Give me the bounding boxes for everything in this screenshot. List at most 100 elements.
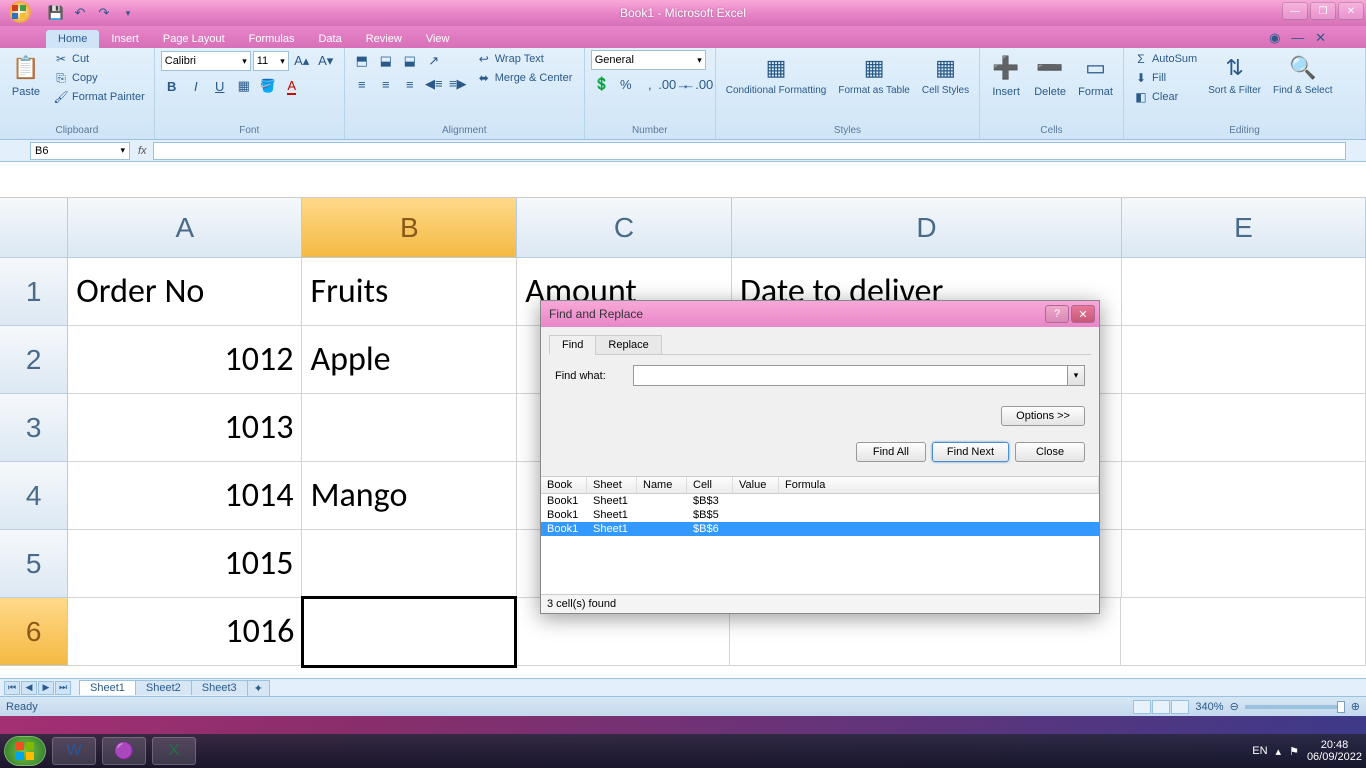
font-name-combo[interactable]: Calibri▾ bbox=[161, 51, 251, 71]
clock[interactable]: 20:48 06/09/2022 bbox=[1307, 739, 1362, 763]
italic-button[interactable]: I bbox=[185, 75, 207, 97]
cell[interactable] bbox=[1122, 462, 1366, 530]
name-box[interactable]: B6▾ bbox=[30, 142, 130, 160]
tab-insert[interactable]: Insert bbox=[99, 30, 151, 48]
cell[interactable] bbox=[302, 394, 517, 462]
row-header[interactable]: 4 bbox=[0, 462, 68, 530]
tab-review[interactable]: Review bbox=[354, 30, 414, 48]
format-cells-button[interactable]: ▭Format bbox=[1074, 50, 1117, 100]
fill-button[interactable]: ⬇Fill bbox=[1130, 69, 1200, 87]
cell[interactable]: 1014 bbox=[68, 462, 302, 530]
column-header[interactable]: C bbox=[517, 198, 732, 258]
row-header[interactable]: 2 bbox=[0, 326, 68, 394]
undo-icon[interactable]: ↶ bbox=[70, 3, 90, 23]
cell[interactable]: 1012 bbox=[68, 326, 302, 394]
sheet-tab-3[interactable]: Sheet3 bbox=[191, 680, 248, 695]
cell-styles-button[interactable]: ▦Cell Styles bbox=[918, 50, 973, 98]
find-all-button[interactable]: Find All bbox=[856, 442, 926, 462]
result-row[interactable]: Book1Sheet1$B$3 bbox=[541, 494, 1099, 508]
view-break-icon[interactable] bbox=[1171, 700, 1189, 714]
paste-button[interactable]: 📋 Paste bbox=[6, 50, 46, 100]
cell[interactable]: 1015 bbox=[68, 530, 302, 598]
zoom-out-icon[interactable]: ⊖ bbox=[1230, 700, 1239, 713]
row-header[interactable]: 3 bbox=[0, 394, 68, 462]
sheet-prev-icon[interactable]: ◀ bbox=[21, 681, 37, 695]
result-row[interactable]: Book1Sheet1$B$5 bbox=[541, 508, 1099, 522]
tab-data[interactable]: Data bbox=[306, 30, 353, 48]
view-page-icon[interactable] bbox=[1152, 700, 1170, 714]
tray-flag-icon[interactable]: ⚑ bbox=[1289, 745, 1299, 758]
fx-icon[interactable]: fx bbox=[138, 145, 147, 157]
sort-filter-button[interactable]: ⇅Sort & Filter bbox=[1204, 50, 1265, 98]
taskbar-word-icon[interactable]: W bbox=[52, 737, 96, 765]
sheet-next-icon[interactable]: ▶ bbox=[38, 681, 54, 695]
dialog-help-button[interactable]: ? bbox=[1045, 305, 1069, 323]
number-format-combo[interactable]: General▾ bbox=[591, 50, 706, 70]
align-bottom-icon[interactable]: ⬓ bbox=[399, 50, 421, 72]
column-header[interactable]: A bbox=[68, 198, 302, 258]
close-button[interactable]: ✕ bbox=[1338, 2, 1364, 20]
tab-view[interactable]: View bbox=[414, 30, 462, 48]
align-left-icon[interactable]: ≡ bbox=[351, 73, 373, 95]
find-what-combo[interactable]: ▾ bbox=[633, 365, 1085, 386]
align-center-icon[interactable]: ≡ bbox=[375, 73, 397, 95]
zoom-slider[interactable] bbox=[1245, 705, 1345, 709]
cell[interactable]: Order No bbox=[68, 258, 302, 326]
merge-center-button[interactable]: ⬌Merge & Center bbox=[473, 69, 576, 87]
autosum-button[interactable]: ΣAutoSum bbox=[1130, 50, 1200, 68]
decrease-font-icon[interactable]: A▾ bbox=[315, 50, 337, 72]
wrap-text-button[interactable]: ↩Wrap Text bbox=[473, 50, 576, 68]
taskbar-excel-icon[interactable]: X bbox=[152, 737, 196, 765]
dialog-tab-replace[interactable]: Replace bbox=[595, 335, 661, 355]
delete-cells-button[interactable]: ➖Delete bbox=[1030, 50, 1070, 100]
conditional-formatting-button[interactable]: ▦Conditional Formatting bbox=[722, 50, 831, 98]
increase-font-icon[interactable]: A▴ bbox=[291, 50, 313, 72]
tab-page-layout[interactable]: Page Layout bbox=[151, 30, 237, 48]
fill-color-button[interactable]: 🪣 bbox=[257, 75, 279, 97]
result-row[interactable]: Book1Sheet1$B$6 bbox=[541, 522, 1099, 536]
sheet-first-icon[interactable]: ⏮ bbox=[4, 681, 20, 695]
redo-icon[interactable]: ↷ bbox=[94, 3, 114, 23]
tab-formulas[interactable]: Formulas bbox=[237, 30, 307, 48]
find-next-button[interactable]: Find Next bbox=[932, 442, 1009, 462]
bold-button[interactable]: B bbox=[161, 75, 183, 97]
new-sheet-icon[interactable]: ✦ bbox=[247, 680, 270, 696]
sheet-tab-1[interactable]: Sheet1 bbox=[79, 680, 136, 695]
orientation-icon[interactable]: ↗ bbox=[423, 50, 445, 72]
find-what-input[interactable] bbox=[634, 366, 1067, 385]
minimize-button[interactable]: — bbox=[1282, 2, 1308, 20]
insert-cells-button[interactable]: ➕Insert bbox=[986, 50, 1026, 100]
increase-indent-icon[interactable]: ≡▶ bbox=[447, 73, 469, 95]
help-icon[interactable]: ◉ — ✕ bbox=[1269, 30, 1326, 46]
office-button[interactable] bbox=[2, 0, 42, 26]
find-select-button[interactable]: 🔍Find & Select bbox=[1269, 50, 1336, 98]
cell[interactable]: Mango bbox=[302, 462, 517, 530]
cell[interactable] bbox=[301, 596, 516, 668]
font-size-combo[interactable]: 11▾ bbox=[253, 51, 289, 71]
formula-input[interactable] bbox=[153, 142, 1346, 160]
percent-icon[interactable]: % bbox=[615, 73, 637, 95]
maximize-button[interactable]: ❐ bbox=[1310, 2, 1336, 20]
cell[interactable]: 1016 bbox=[68, 598, 303, 666]
select-all-corner[interactable] bbox=[0, 198, 68, 258]
sheet-last-icon[interactable]: ⏭ bbox=[55, 681, 71, 695]
column-header[interactable]: E bbox=[1122, 198, 1366, 258]
cell[interactable] bbox=[302, 530, 517, 598]
dialog-tab-find[interactable]: Find bbox=[549, 335, 596, 355]
cut-button[interactable]: ✂Cut bbox=[50, 50, 148, 68]
font-color-button[interactable]: A bbox=[281, 75, 303, 97]
row-header[interactable]: 5 bbox=[0, 530, 68, 598]
column-header[interactable]: D bbox=[732, 198, 1122, 258]
format-painter-button[interactable]: 🖌Format Painter bbox=[50, 88, 148, 106]
cell[interactable] bbox=[1122, 258, 1366, 326]
currency-icon[interactable]: 💲 bbox=[591, 73, 613, 95]
cell[interactable]: 1013 bbox=[68, 394, 302, 462]
language-indicator[interactable]: EN bbox=[1252, 745, 1267, 757]
zoom-in-icon[interactable]: ⊕ bbox=[1351, 700, 1360, 713]
view-normal-icon[interactable] bbox=[1133, 700, 1151, 714]
sheet-tab-2[interactable]: Sheet2 bbox=[135, 680, 192, 695]
underline-button[interactable]: U bbox=[209, 75, 231, 97]
decrease-indent-icon[interactable]: ◀≡ bbox=[423, 73, 445, 95]
border-button[interactable]: ▦ bbox=[233, 75, 255, 97]
save-icon[interactable]: 💾 bbox=[46, 3, 66, 23]
